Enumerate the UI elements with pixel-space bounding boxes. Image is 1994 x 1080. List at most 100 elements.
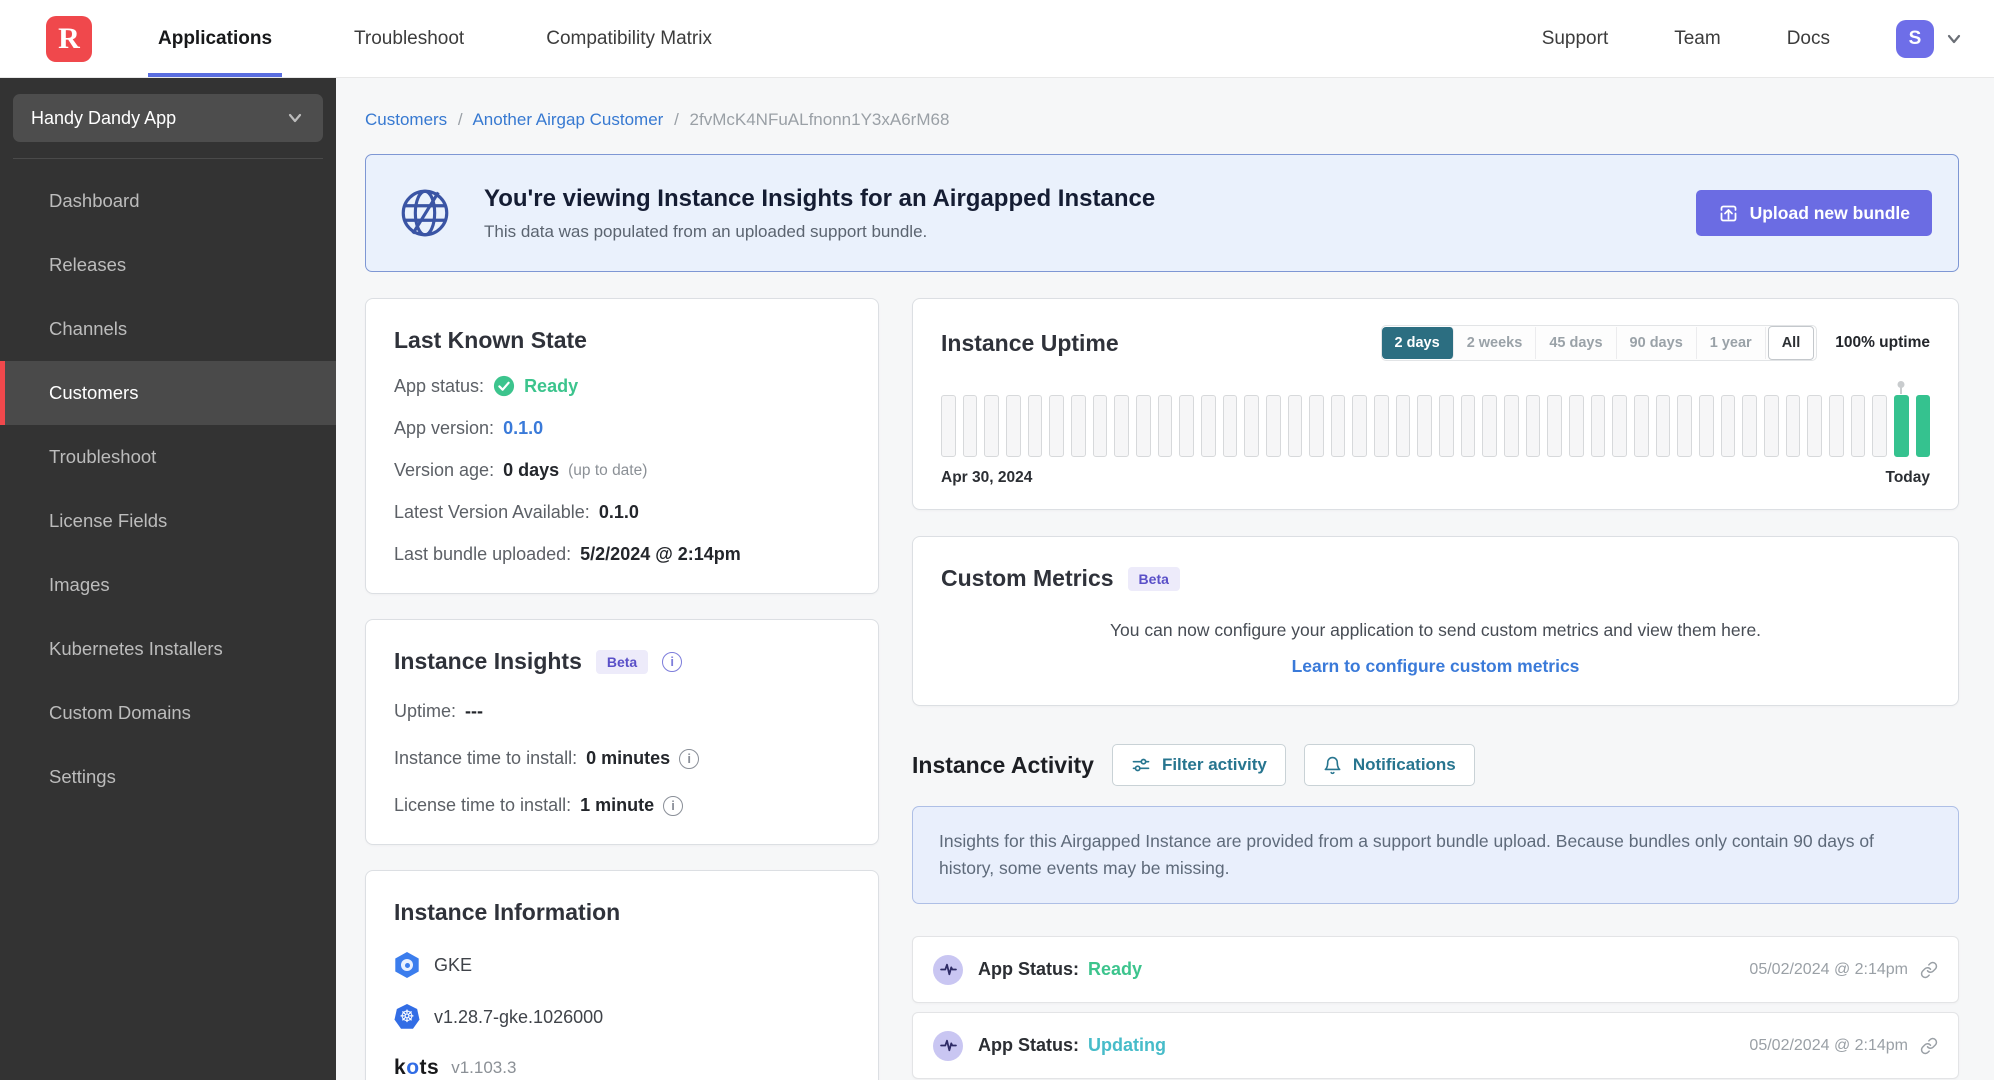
uptime-bar-empty[interactable] bbox=[1157, 395, 1173, 457]
uptime-bar-empty[interactable] bbox=[1244, 395, 1259, 457]
sidebar-item-custom-domains[interactable]: Custom Domains bbox=[0, 681, 336, 745]
uptime-bar-empty[interactable] bbox=[1352, 395, 1368, 457]
sidebar-item-kubernetes-installers[interactable]: Kubernetes Installers bbox=[0, 617, 336, 681]
chart-start-label: Apr 30, 2024 bbox=[941, 469, 1033, 486]
uptime-bar-empty[interactable] bbox=[1265, 395, 1281, 457]
uptime-bar-empty[interactable] bbox=[1807, 395, 1822, 457]
event-link-icon[interactable] bbox=[1920, 1037, 1938, 1055]
breadcrumb-customer-name[interactable]: Another Airgap Customer bbox=[472, 110, 663, 129]
info-icon[interactable]: i bbox=[663, 795, 684, 816]
account-menu[interactable]: S bbox=[1896, 19, 1964, 58]
uptime-bar-empty[interactable] bbox=[1634, 395, 1649, 457]
uptime-bar-empty[interactable] bbox=[1439, 395, 1454, 457]
sidebar-item-releases[interactable]: Releases bbox=[0, 233, 336, 297]
range-45-days[interactable]: 45 days bbox=[1536, 327, 1617, 359]
uptime-bar-empty[interactable] bbox=[1179, 395, 1194, 457]
range-all[interactable]: All bbox=[1767, 326, 1815, 360]
app-version-link[interactable]: 0.1.0 bbox=[503, 418, 543, 439]
replicated-logo[interactable]: R bbox=[46, 15, 92, 62]
uptime-bar-empty[interactable] bbox=[1504, 395, 1519, 457]
sidebar-item-dashboard[interactable]: Dashboard bbox=[0, 169, 336, 233]
license-time-value: 1 minute bbox=[580, 795, 655, 815]
uptime-bar-empty[interactable] bbox=[1482, 395, 1498, 457]
uptime-bar-empty[interactable] bbox=[1850, 395, 1866, 457]
uptime-bar-empty[interactable] bbox=[1763, 395, 1779, 457]
nav-link-team[interactable]: Team bbox=[1674, 28, 1720, 50]
uptime-bar-empty[interactable] bbox=[962, 395, 978, 457]
uptime-bar-empty[interactable] bbox=[1027, 395, 1043, 457]
uptime-bar-empty[interactable] bbox=[1417, 395, 1433, 457]
uptime-bar-empty[interactable] bbox=[1395, 395, 1411, 457]
notifications-button[interactable]: Notifications bbox=[1303, 744, 1475, 786]
uptime-bar-empty[interactable] bbox=[1287, 395, 1303, 457]
uptime-bar-up[interactable] bbox=[1915, 395, 1931, 457]
activity-event-row[interactable]: App Status: Ready 05/02/2024 @ 2:14pm bbox=[912, 936, 1959, 1004]
uptime-bar-empty[interactable] bbox=[1698, 395, 1714, 457]
uptime-bar-empty[interactable] bbox=[1785, 395, 1801, 457]
sidebar-item-customers[interactable]: Customers bbox=[0, 361, 336, 425]
filter-activity-button[interactable]: Filter activity bbox=[1111, 744, 1286, 786]
uptime-bar-empty[interactable] bbox=[1135, 395, 1151, 457]
uptime-bar-empty[interactable] bbox=[1655, 395, 1671, 457]
info-icon[interactable]: i bbox=[679, 748, 700, 769]
breadcrumb-instance-id: 2fvMcK4NFuALfnonn1Y3xA6rM68 bbox=[689, 110, 950, 129]
app-selector-dropdown[interactable]: Handy Dandy App bbox=[13, 94, 323, 142]
uptime-bar-empty[interactable] bbox=[1828, 395, 1844, 457]
uptime-bar-empty[interactable] bbox=[1872, 395, 1887, 457]
main-content: Customers / Another Airgap Customer / 2f… bbox=[336, 78, 1994, 1080]
info-icon[interactable]: i bbox=[662, 651, 683, 672]
uptime-percentage: 100% uptime bbox=[1835, 334, 1930, 351]
event-link-icon[interactable] bbox=[1920, 961, 1938, 979]
uptime-bar-empty[interactable] bbox=[1547, 395, 1563, 457]
uptime-bar-empty[interactable] bbox=[1612, 395, 1627, 457]
uptime-bar-empty[interactable] bbox=[1070, 395, 1086, 457]
uptime-bar-empty[interactable] bbox=[1200, 395, 1216, 457]
uptime-bar-empty[interactable] bbox=[1742, 395, 1757, 457]
instance-time-value: 0 minutes bbox=[586, 748, 671, 768]
uptime-bar-empty[interactable] bbox=[1309, 395, 1324, 457]
uptime-bar-empty[interactable] bbox=[984, 395, 999, 457]
uptime-bar-empty[interactable] bbox=[1590, 395, 1606, 457]
uptime-bar-empty[interactable] bbox=[941, 395, 956, 457]
tab-compatibility-matrix[interactable]: Compatibility Matrix bbox=[536, 0, 722, 77]
sidebar-item-images[interactable]: Images bbox=[0, 553, 336, 617]
uptime-bar-empty[interactable] bbox=[1374, 395, 1389, 457]
uptime-range-selector: 2 days 2 weeks 45 days 90 days 1 year Al… bbox=[1380, 325, 1818, 361]
nav-link-docs[interactable]: Docs bbox=[1787, 28, 1830, 50]
nav-link-support[interactable]: Support bbox=[1542, 28, 1609, 50]
uptime-bar-empty[interactable] bbox=[1460, 395, 1476, 457]
configure-custom-metrics-link[interactable]: Learn to configure custom metrics bbox=[941, 656, 1930, 677]
uptime-bar-up[interactable] bbox=[1893, 395, 1909, 457]
uptime-bar-empty[interactable] bbox=[1005, 395, 1021, 457]
uptime-bar-empty[interactable] bbox=[1525, 395, 1541, 457]
activity-event-row[interactable]: App Status: Updating 05/02/2024 @ 2:14pm bbox=[912, 1012, 1959, 1080]
breadcrumb-customers[interactable]: Customers bbox=[365, 110, 447, 129]
version-age-label: Version age: bbox=[394, 460, 495, 480]
airgap-banner: You're viewing Instance Insights for an … bbox=[365, 154, 1959, 272]
uptime-bar-empty[interactable] bbox=[1720, 395, 1736, 457]
last-known-state-card: Last Known State App status: Ready App v… bbox=[365, 298, 879, 594]
event-label: App Status: bbox=[978, 959, 1079, 980]
sidebar-item-settings[interactable]: Settings bbox=[0, 745, 336, 809]
uptime-bar-empty[interactable] bbox=[1092, 395, 1108, 457]
upload-new-bundle-button[interactable]: Upload new bundle bbox=[1695, 190, 1932, 236]
tab-applications[interactable]: Applications bbox=[148, 0, 283, 77]
uptime-bar-empty[interactable] bbox=[1114, 395, 1129, 457]
top-nav-tabs: Applications Troubleshoot Compatibility … bbox=[148, 0, 722, 77]
chevron-down-icon[interactable] bbox=[1944, 29, 1964, 49]
sidebar-item-troubleshoot[interactable]: Troubleshoot bbox=[0, 425, 336, 489]
latest-version-row: Latest Version Available: 0.1.0 bbox=[394, 502, 850, 523]
uptime-bar-empty[interactable] bbox=[1677, 395, 1692, 457]
avatar[interactable]: S bbox=[1896, 19, 1934, 58]
tab-troubleshoot[interactable]: Troubleshoot bbox=[344, 0, 474, 77]
uptime-bar-empty[interactable] bbox=[1049, 395, 1064, 457]
range-2-days[interactable]: 2 days bbox=[1381, 327, 1454, 359]
range-1-year[interactable]: 1 year bbox=[1697, 327, 1766, 359]
uptime-bar-empty[interactable] bbox=[1222, 395, 1238, 457]
uptime-bar-empty[interactable] bbox=[1330, 395, 1346, 457]
sidebar-item-license-fields[interactable]: License Fields bbox=[0, 489, 336, 553]
range-90-days[interactable]: 90 days bbox=[1617, 327, 1697, 359]
uptime-bar-empty[interactable] bbox=[1569, 395, 1584, 457]
range-2-weeks[interactable]: 2 weeks bbox=[1454, 327, 1537, 359]
sidebar-item-channels[interactable]: Channels bbox=[0, 297, 336, 361]
